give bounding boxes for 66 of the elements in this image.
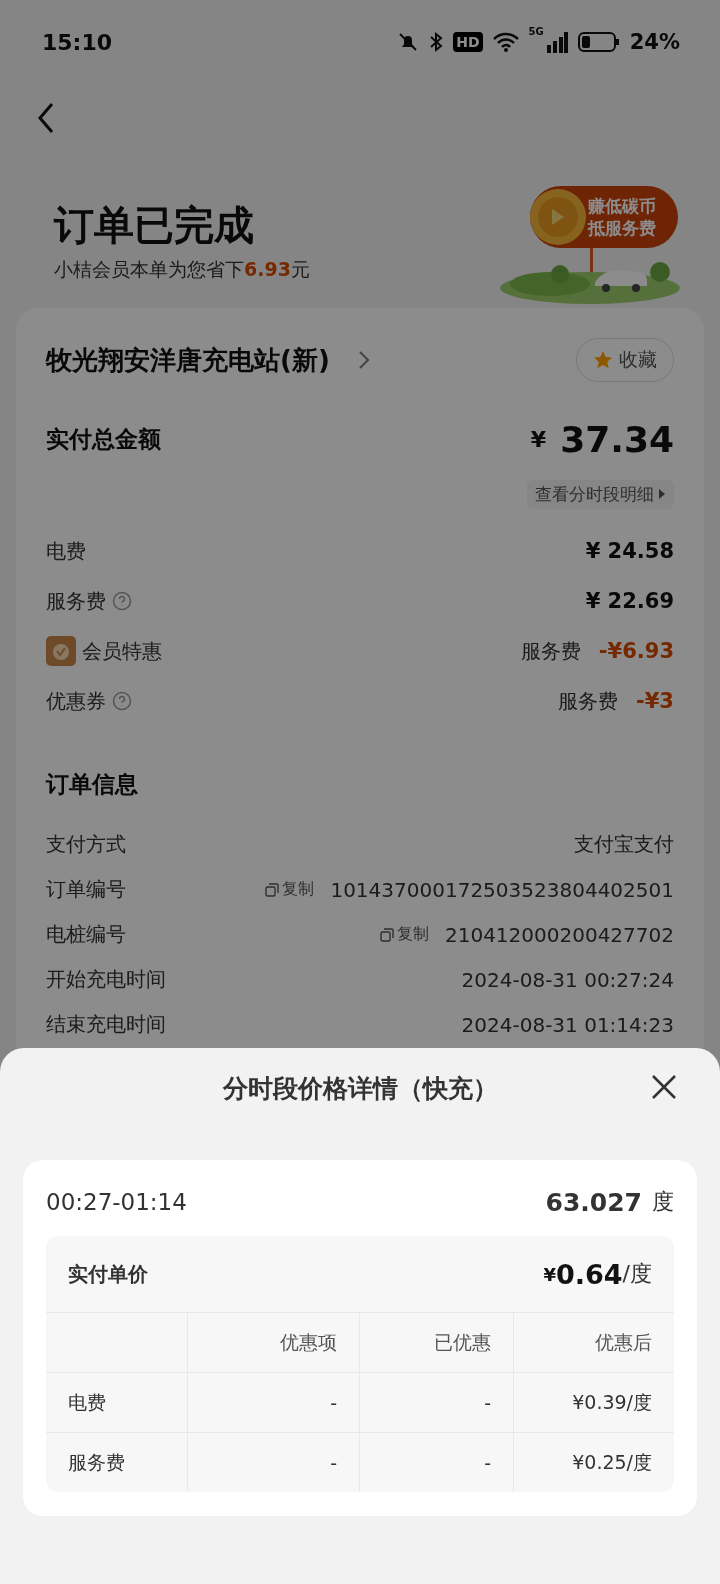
energy-amount: 63.027 [545,1187,642,1217]
info-label: 支付方式 [46,831,126,858]
wifi-icon [492,32,519,52]
info-value: 支付宝支付 [574,831,674,858]
info-value: 210412000200427702 [444,922,674,947]
info-label: 结束充电时间 [46,1011,166,1038]
total-label: 实付总金额 [46,424,161,454]
discount-amount: -¥3 [636,689,674,713]
bluetooth-icon [429,31,444,53]
info-value: 101437000172503523804402501 [330,877,674,902]
unit-price-amount: 0.64 [555,1258,623,1290]
table-cell-text: 服务费 [67,1449,126,1475]
fee-label: 服务费 [46,587,106,615]
copy-button[interactable]: 复制 [379,924,429,945]
sheet-title: 分时段价格详情（快充） [222,1072,498,1105]
unit-price-unit: /度 [622,1260,652,1288]
close-icon [651,1074,677,1100]
currency-symbol: ¥ [530,426,547,452]
column-header: 优惠项 [187,1313,359,1372]
period-detail-link[interactable]: 查看分时段明细 [527,479,674,509]
hd-label: HD [453,32,483,52]
copy-icon [265,882,280,897]
info-label: 订单编号 [46,876,126,903]
page-title: 订单已完成 [54,201,255,250]
savings-text: 小桔会员本单为您省下6.93元 [54,257,310,282]
table-cell: ¥0.39/度 [513,1373,674,1432]
currency-symbol: ¥ [543,1263,556,1285]
back-icon[interactable] [36,102,56,134]
section-title: 订单信息 [46,769,138,799]
discount-note: 服务费 [520,637,581,665]
discount-note: 服务费 [558,687,619,715]
column-header: 优惠后 [513,1313,674,1372]
battery-percent: 24% [629,30,680,54]
fee-label: 优惠券 [46,687,106,715]
favorite-button[interactable]: 收藏 [576,338,674,382]
info-label: 开始充电时间 [46,966,166,993]
table-cell: ¥0.25/度 [513,1433,674,1492]
status-time: 15:10 [42,29,113,55]
energy-unit: 度 [652,1188,674,1216]
info-value: 2024-08-31 00:27:24 [461,967,674,992]
discount-amount: -¥6.93 [598,639,674,663]
signal-icon [545,31,568,53]
copy-icon [379,927,394,942]
fee-amount: ¥ 24.58 [585,539,674,563]
caret-icon [658,489,666,499]
medal-icon [46,636,76,666]
fee-amount: ¥ 22.69 [585,589,674,613]
station-name[interactable]: 牧光翔安洋唐充电站(新) [46,342,330,378]
coin-icon [528,187,588,247]
column-header: 已优惠 [359,1313,513,1372]
star-icon [593,350,613,370]
table-cell: - [187,1373,359,1432]
unit-price-label: 实付单价 [68,1260,148,1288]
info-label: 电桩编号 [46,921,126,948]
table-cell: - [359,1433,513,1492]
copy-button[interactable]: 复制 [265,879,315,900]
table-cell: - [187,1433,359,1492]
network-label: 5G [528,26,544,37]
battery-icon [577,31,620,53]
info-value: 2024-08-31 01:14:23 [461,1012,674,1037]
fee-label: 电费 [46,537,86,565]
period-time: 00:27-01:14 [46,1189,187,1215]
total-amount: 37.34 [560,418,674,460]
table-cell: - [359,1373,513,1432]
fee-label: 会员特惠 [82,637,162,665]
table-cell-text: 电费 [67,1389,107,1415]
